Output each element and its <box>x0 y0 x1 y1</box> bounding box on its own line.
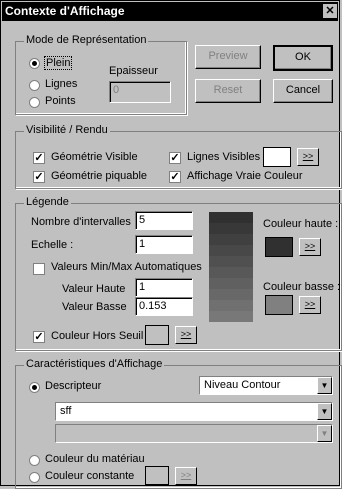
couleur-basse-more-label: >> <box>304 299 316 309</box>
ramp-step <box>209 300 253 311</box>
couleur-basse-swatch[interactable] <box>265 295 293 315</box>
ramp-step <box>209 278 253 289</box>
descripteur-value: sff <box>60 405 72 417</box>
radio-couleur-materiau[interactable] <box>29 455 40 466</box>
couleur-haute-more-button[interactable]: >> <box>299 238 321 256</box>
lignes-visibles-checkbox[interactable]: ✓ <box>169 152 181 164</box>
mode-group-label: Mode de Représentation <box>24 34 149 46</box>
radio-lignes-label[interactable]: Lignes <box>45 78 77 90</box>
couleur-constante-more-label: >> <box>180 470 192 480</box>
minmax-checkbox[interactable] <box>33 263 45 275</box>
valeur-haute-label: Valeur Haute <box>62 283 126 295</box>
legend-color-ramp <box>209 212 253 322</box>
dialog-window: Contexte d'Affichage ✕ Mode de Représent… <box>0 0 342 489</box>
valeur-basse-input[interactable]: 0.153 <box>135 297 193 316</box>
descripteur-select[interactable]: sff ▼ <box>55 402 333 421</box>
ramp-step <box>209 223 253 234</box>
visibilite-group-label: Visibilité / Rendu <box>24 124 110 136</box>
epaisseur-input[interactable]: 0 <box>109 81 171 103</box>
couleur-basse-more-button[interactable]: >> <box>299 296 321 314</box>
mode-group: Mode de Représentation <box>15 34 187 115</box>
hors-seuil-checkbox[interactable]: ✓ <box>33 331 45 343</box>
ramp-step <box>209 267 253 278</box>
nb-intervalles-label: Nombre d'intervalles <box>31 216 131 228</box>
legende-group-label: Légende <box>24 196 71 208</box>
radio-plein-label[interactable]: Plein <box>44 56 73 70</box>
couleur-haute-label: Couleur haute : <box>263 218 339 230</box>
ramp-step <box>209 311 253 322</box>
close-icon[interactable]: ✕ <box>323 4 337 18</box>
hors-seuil-swatch[interactable] <box>145 325 169 345</box>
chevron-down-icon[interactable]: ▼ <box>317 425 332 442</box>
nb-intervalles-input[interactable]: 5 <box>135 211 193 230</box>
radio-points-label[interactable]: Points <box>45 95 76 107</box>
couleur-constante-more-button[interactable]: >> <box>175 467 197 485</box>
geometrie-piquable-checkbox[interactable]: ✓ <box>33 171 45 183</box>
lignes-visibles-label[interactable]: Lignes Visibles <box>187 151 260 163</box>
minmax-label[interactable]: Valeurs Min/Max Automatiques <box>51 261 202 273</box>
echelle-input[interactable]: 1 <box>135 235 193 254</box>
echelle-label: Echelle : <box>31 239 74 251</box>
hors-seuil-label[interactable]: Couleur Hors Seuil <box>51 330 143 342</box>
radio-descripteur-label[interactable]: Descripteur <box>45 380 101 392</box>
geometrie-piquable-label[interactable]: Géométrie piquable <box>51 170 147 182</box>
couleur-haute-swatch[interactable] <box>265 237 293 257</box>
secondary-select[interactable]: ▼ <box>55 424 333 443</box>
chevron-down-icon[interactable]: ▼ <box>317 403 332 420</box>
ramp-step <box>209 289 253 300</box>
lignes-color-swatch[interactable] <box>263 147 291 167</box>
couleur-haute-more-label: >> <box>304 241 316 251</box>
preview-button[interactable]: Preview <box>195 45 261 69</box>
lignes-color-more-label: >> <box>302 151 314 161</box>
radio-points[interactable] <box>29 97 40 108</box>
couleur-basse-label: Couleur basse : <box>263 281 341 293</box>
radio-lignes[interactable] <box>29 80 40 91</box>
hors-seuil-more-button[interactable]: >> <box>175 326 197 344</box>
radio-plein[interactable] <box>29 58 40 69</box>
geometrie-visible-label[interactable]: Géométrie Visible <box>51 151 138 163</box>
epaisseur-label: Epaisseur <box>109 65 158 77</box>
vraie-couleur-label[interactable]: Affichage Vraie Couleur <box>187 170 303 182</box>
radio-couleur-materiau-label[interactable]: Couleur du matériau <box>45 453 145 465</box>
valeur-haute-input[interactable]: 1 <box>135 278 193 297</box>
ramp-step <box>209 234 253 245</box>
reset-button[interactable]: Reset <box>195 79 261 103</box>
radio-couleur-constante[interactable] <box>29 472 40 483</box>
geometrie-visible-checkbox[interactable]: ✓ <box>33 152 45 164</box>
couleur-constante-swatch[interactable] <box>145 466 169 485</box>
caracteristiques-group-label: Caractéristiques d'Affichage <box>24 358 165 370</box>
vraie-couleur-checkbox[interactable]: ✓ <box>169 171 181 183</box>
hors-seuil-more-label: >> <box>180 329 192 339</box>
title-bar: Contexte d'Affichage ✕ <box>2 2 338 21</box>
niveau-contour-select[interactable]: Niveau Contour ▼ <box>199 376 333 395</box>
ramp-step <box>209 256 253 267</box>
ok-button[interactable]: OK <box>273 45 333 71</box>
radio-couleur-constante-label[interactable]: Couleur constante <box>45 470 134 482</box>
niveau-contour-value: Niveau Contour <box>204 379 281 391</box>
valeur-basse-label: Valeur Basse <box>62 301 127 313</box>
cancel-button[interactable]: Cancel <box>273 79 333 103</box>
ramp-step <box>209 245 253 256</box>
lignes-color-more-button[interactable]: >> <box>297 148 319 166</box>
chevron-down-icon[interactable]: ▼ <box>317 377 332 394</box>
ramp-step <box>209 212 253 223</box>
radio-descripteur[interactable] <box>29 382 40 393</box>
window-title: Contexte d'Affichage <box>5 4 125 18</box>
